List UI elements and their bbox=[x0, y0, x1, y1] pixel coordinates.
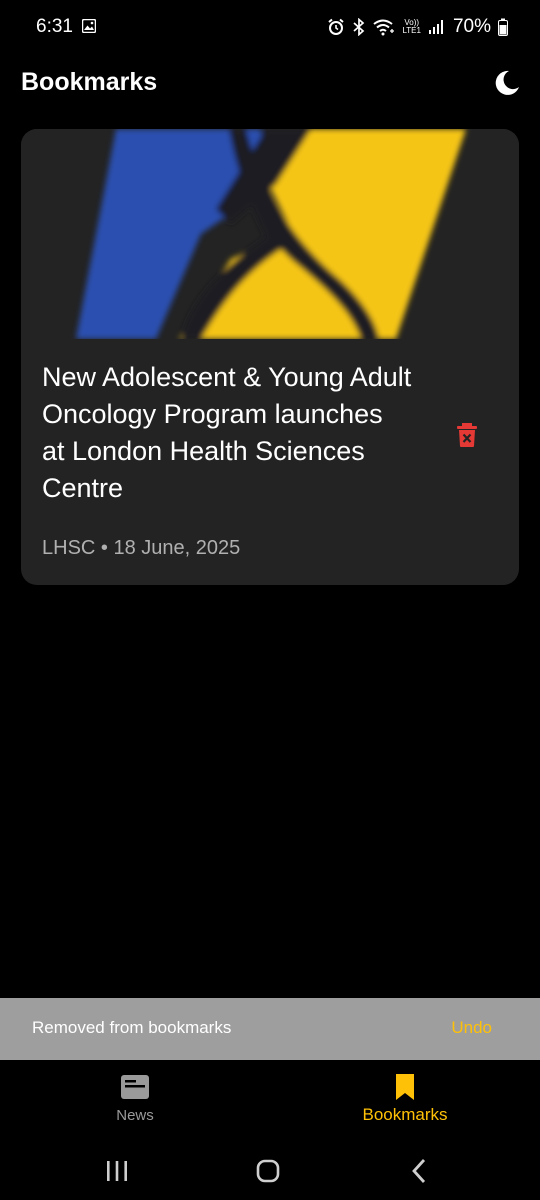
undo-button[interactable]: Undo bbox=[451, 1018, 492, 1038]
volte-label: Vo)) LTE1 bbox=[402, 18, 421, 35]
system-nav bbox=[0, 1140, 540, 1200]
page-title: Bookmarks bbox=[21, 68, 158, 96]
wifi-icon bbox=[373, 19, 395, 36]
article-image bbox=[21, 129, 519, 339]
delete-bookmark-icon[interactable] bbox=[451, 417, 483, 453]
gallery-icon bbox=[82, 19, 96, 33]
article-source: LHSC bbox=[42, 537, 96, 559]
home-icon[interactable] bbox=[253, 1156, 283, 1186]
status-time: 6:31 bbox=[36, 16, 73, 37]
status-icons: Vo)) LTE1 70% bbox=[327, 14, 508, 40]
back-icon[interactable] bbox=[405, 1156, 435, 1186]
nav-label-bookmarks: Bookmarks bbox=[362, 1105, 448, 1124]
bluetooth-icon bbox=[353, 18, 365, 36]
snackbar-message: Removed from bookmarks bbox=[32, 1018, 232, 1037]
signal-icon bbox=[428, 20, 443, 34]
status-bar: 6:31 Vo)) LTE1 70% bbox=[0, 0, 540, 56]
bookmark-card[interactable]: New Adolescent & Young Adult Oncology Pr… bbox=[21, 129, 519, 585]
nav-item-news[interactable]: News bbox=[35, 1060, 235, 1132]
moon-icon[interactable] bbox=[492, 68, 522, 98]
snackbar: Removed from bookmarks Undo bbox=[0, 998, 540, 1060]
nav-label-news: News bbox=[116, 1107, 154, 1124]
alarm-icon bbox=[328, 18, 345, 35]
article-meta: LHSC • 18 June, 2025 bbox=[42, 537, 240, 560]
app-header: Bookmarks bbox=[0, 56, 540, 112]
battery-icon bbox=[498, 18, 508, 36]
nav-item-bookmarks[interactable]: Bookmarks bbox=[305, 1060, 505, 1132]
article-title[interactable]: New Adolescent & Young Adult Oncology Pr… bbox=[42, 359, 412, 507]
recents-icon[interactable] bbox=[102, 1156, 132, 1186]
newspaper-icon bbox=[121, 1075, 149, 1099]
meta-separator: • bbox=[100, 537, 108, 559]
battery-percent: 70% bbox=[452, 16, 491, 37]
bookmark-icon bbox=[396, 1074, 414, 1100]
bottom-nav: News Bookmarks bbox=[0, 1060, 540, 1140]
article-date: 18 June, 2025 bbox=[113, 537, 241, 559]
